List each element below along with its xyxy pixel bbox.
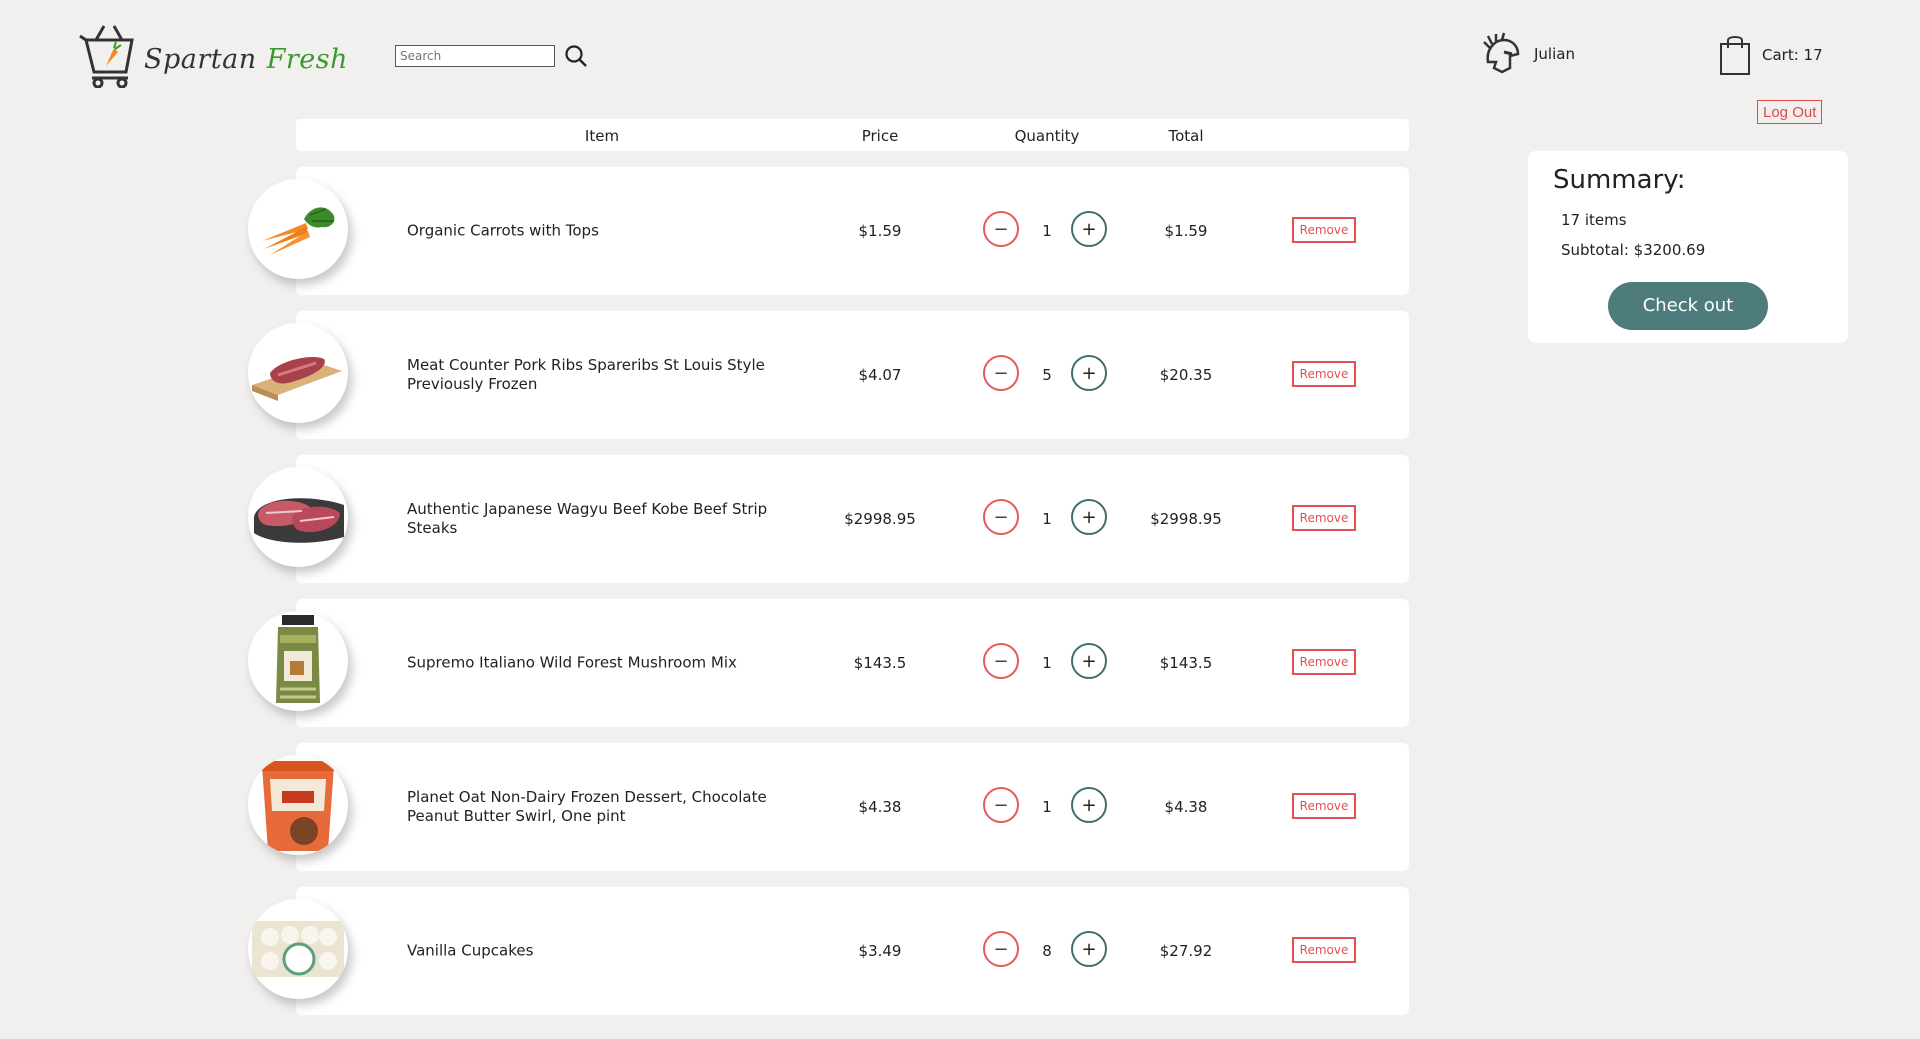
item-price: $1.59: [858, 222, 902, 240]
item-price: $4.07: [858, 366, 902, 384]
item-total: $27.92: [1159, 942, 1213, 960]
item-total: $2998.95: [1150, 510, 1222, 528]
cupcakes-box-image: [248, 899, 348, 999]
decrease-quantity-button[interactable]: −: [983, 643, 1019, 679]
item-price: $143.5: [853, 654, 907, 672]
increase-quantity-button[interactable]: +: [1071, 787, 1107, 823]
order-summary-panel: Summary: 17 items Subtotal: $3200.69 Che…: [1528, 151, 1848, 343]
cart-count: Cart: 17: [1762, 46, 1823, 64]
shopping-bag-icon: [1720, 36, 1750, 75]
cart-basket-icon: [79, 25, 134, 88]
increase-quantity-button[interactable]: +: [1071, 499, 1107, 535]
pork-ribs-image: [248, 323, 348, 423]
item-price: $2998.95: [844, 510, 916, 528]
increase-quantity-button[interactable]: +: [1071, 931, 1107, 967]
logo-text: Spartan Fresh: [144, 44, 348, 75]
column-header-item: Item: [584, 127, 620, 145]
logo-word-fresh: Fresh: [266, 43, 348, 75]
decrease-quantity-button[interactable]: −: [983, 787, 1019, 823]
item-name[interactable]: Supremo Italiano Wild Forest Mushroom Mi…: [407, 654, 787, 673]
item-price: $3.49: [858, 942, 902, 960]
cart-item-row: Supremo Italiano Wild Forest Mushroom Mi…: [248, 599, 1409, 727]
summary-item-count: 17 items: [1561, 211, 1627, 229]
column-header-price: Price: [861, 127, 899, 145]
item-total: $1.59: [1164, 222, 1208, 240]
mushroom-jar-image: [248, 611, 348, 711]
remove-item-button[interactable]: Remove: [1292, 937, 1356, 963]
ice-cream-pint-image: [248, 755, 348, 855]
item-name[interactable]: Organic Carrots with Tops: [407, 222, 787, 241]
user-name: Julian: [1534, 45, 1575, 63]
remove-item-button[interactable]: Remove: [1292, 793, 1356, 819]
cart-item-row: Authentic Japanese Wagyu Beef Kobe Beef …: [248, 455, 1409, 583]
item-total: $20.35: [1159, 366, 1213, 384]
cart-item-row: Planet Oat Non-Dairy Frozen Dessert, Cho…: [248, 743, 1409, 871]
search-bar: [395, 44, 588, 68]
increase-quantity-button[interactable]: +: [1071, 355, 1107, 391]
cart-item-row: Meat Counter Pork Ribs Spareribs St Loui…: [248, 311, 1409, 439]
search-input[interactable]: [395, 45, 555, 67]
item-total: $4.38: [1164, 798, 1208, 816]
user-profile[interactable]: Julian: [1480, 32, 1575, 76]
search-icon[interactable]: [564, 44, 588, 68]
remove-item-button[interactable]: Remove: [1292, 505, 1356, 531]
decrease-quantity-button[interactable]: −: [983, 499, 1019, 535]
summary-title: Summary:: [1553, 165, 1686, 195]
column-header-quantity: Quantity: [1014, 127, 1080, 145]
summary-subtotal: Subtotal: $3200.69: [1561, 241, 1706, 259]
decrease-quantity-button[interactable]: −: [983, 931, 1019, 967]
item-name[interactable]: Vanilla Cupcakes: [407, 942, 787, 961]
wagyu-steak-image: [248, 467, 348, 567]
item-total: $143.5: [1159, 654, 1213, 672]
logout-button[interactable]: Log Out: [1757, 100, 1823, 124]
item-quantity: 1: [1042, 798, 1052, 816]
item-name[interactable]: Planet Oat Non-Dairy Frozen Dessert, Cho…: [407, 788, 787, 826]
spartan-helmet-icon: [1483, 32, 1520, 74]
item-quantity: 8: [1042, 942, 1052, 960]
logo-word-spartan: Spartan: [144, 43, 257, 75]
item-quantity: 1: [1042, 654, 1052, 672]
remove-item-button[interactable]: Remove: [1292, 217, 1356, 243]
remove-item-button[interactable]: Remove: [1292, 649, 1356, 675]
decrease-quantity-button[interactable]: −: [983, 211, 1019, 247]
item-quantity: 5: [1042, 366, 1052, 384]
item-price: $4.38: [858, 798, 902, 816]
carrots-image: [248, 179, 348, 279]
item-quantity: 1: [1042, 222, 1052, 240]
column-header-total: Total: [1168, 127, 1204, 145]
increase-quantity-button[interactable]: +: [1071, 211, 1107, 247]
remove-item-button[interactable]: Remove: [1292, 361, 1356, 387]
cart-table-header: Item Price Quantity Total: [296, 119, 1409, 151]
logo[interactable]: Spartan Fresh: [78, 22, 348, 88]
cart-item-row: Vanilla Cupcakes $3.49 − 8 + $27.92 Remo…: [248, 887, 1409, 1015]
item-name[interactable]: Meat Counter Pork Ribs Spareribs St Loui…: [407, 356, 787, 394]
cart-item-row: Organic Carrots with Tops $1.59 − 1 + $1…: [248, 167, 1409, 295]
decrease-quantity-button[interactable]: −: [983, 355, 1019, 391]
checkout-button[interactable]: Check out: [1608, 282, 1768, 330]
item-quantity: 1: [1042, 510, 1052, 528]
increase-quantity-button[interactable]: +: [1071, 643, 1107, 679]
cart-link[interactable]: Cart: 17: [1717, 34, 1823, 76]
item-name[interactable]: Authentic Japanese Wagyu Beef Kobe Beef …: [407, 500, 787, 538]
